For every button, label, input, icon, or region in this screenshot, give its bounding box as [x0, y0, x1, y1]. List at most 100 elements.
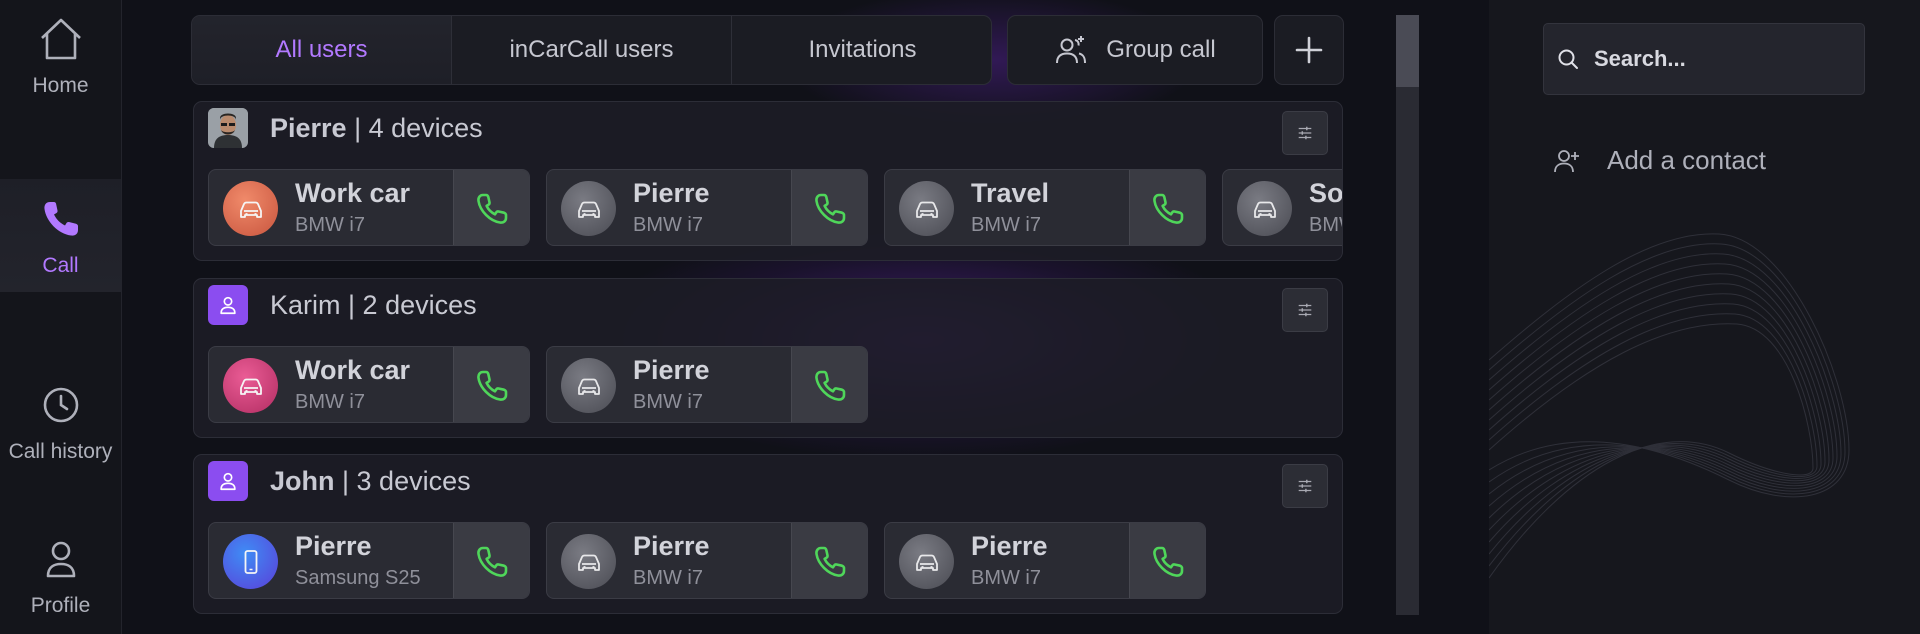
- group-call-button[interactable]: Group call: [1007, 15, 1263, 85]
- nav-label-profile: Profile: [30, 594, 91, 617]
- device-tile[interactable]: Pierre BMW i7: [546, 522, 868, 599]
- clock-icon: [43, 387, 78, 423]
- add-button[interactable]: [1274, 15, 1344, 85]
- sliders-icon: [1298, 126, 1312, 140]
- contact-name: Pierre: [270, 112, 347, 143]
- device-tile[interactable]: Work car BMW i7: [208, 346, 530, 423]
- device-model: BMW i7: [295, 214, 365, 236]
- device-name: Work car: [295, 355, 411, 385]
- nav-item-call[interactable]: Call: [0, 179, 121, 292]
- scrollbar-thumb[interactable]: [1396, 15, 1419, 87]
- add-contact-label: Add a contact: [1607, 145, 1766, 175]
- contact-name: Karim: [270, 289, 341, 320]
- phone-icon: [476, 193, 507, 224]
- contact-header: Pierre | 4 devices: [208, 108, 483, 148]
- nav-label-home: Home: [32, 74, 89, 97]
- phone-icon: [476, 546, 507, 577]
- tab-invitations[interactable]: Invitations: [732, 16, 991, 84]
- device-name: Travel: [971, 178, 1050, 208]
- car-icon: [561, 358, 616, 413]
- sidebar-nav: Home Call Call history Profile: [0, 0, 122, 634]
- call-button[interactable]: [453, 523, 529, 598]
- scrollbar[interactable]: [1396, 15, 1419, 615]
- device-model: BMW i7: [633, 214, 703, 236]
- phone-icon: [1152, 546, 1183, 577]
- nav-label-call-history: Call history: [8, 440, 113, 463]
- call-button[interactable]: [791, 347, 867, 422]
- decorative-wave-pattern: [1489, 233, 1850, 579]
- search-box[interactable]: [1543, 23, 1865, 95]
- car-icon: [899, 181, 954, 236]
- contact-name: John: [270, 465, 335, 496]
- device-model: BMW i7: [971, 567, 1041, 589]
- device-tile[interactable]: Pierre Samsung S25: [208, 522, 530, 599]
- car-icon: [899, 534, 954, 589]
- add-user-icon: [1554, 149, 1579, 172]
- device-model: BMW i7: [295, 391, 365, 413]
- device-tile[interactable]: Pierre BMW i7: [884, 522, 1206, 599]
- device-model: BMW i7: [633, 391, 703, 413]
- plus-icon: [1295, 36, 1323, 64]
- group-call-label: Group call: [1106, 36, 1216, 63]
- nav-item-profile[interactable]: Profile: [0, 518, 121, 634]
- device-tile[interactable]: Travel BMW i7: [884, 169, 1206, 246]
- phone-icon: [476, 370, 507, 401]
- user-icon: [46, 541, 75, 578]
- search-input[interactable]: [1594, 46, 1854, 72]
- call-button[interactable]: [453, 347, 529, 422]
- tab-all-users[interactable]: All users: [192, 16, 452, 84]
- contact-card-pierre: Pierre | 4 devices Work car BMW i7 Pierr…: [193, 101, 1343, 261]
- sliders-icon: [1298, 479, 1312, 493]
- contact-settings-button[interactable]: [1282, 288, 1328, 332]
- person-icon: [220, 296, 236, 315]
- device-tile[interactable]: Sor BMW: [1222, 169, 1343, 246]
- contact-header: John | 3 devices: [208, 461, 471, 501]
- phone-icon: [814, 546, 845, 577]
- main-content: All users inCarCall users Invitations Gr…: [122, 0, 1489, 634]
- add-group-icon: [1056, 36, 1087, 64]
- car-icon: [1237, 181, 1292, 236]
- device-tile[interactable]: Work car BMW i7: [208, 169, 530, 246]
- device-name: Pierre: [633, 355, 710, 385]
- call-button[interactable]: [791, 170, 867, 245]
- device-model: BMW: [1309, 214, 1342, 236]
- tab-incarcall-users[interactable]: inCarCall users: [452, 16, 732, 84]
- home-icon: [40, 18, 81, 60]
- phone-icon: [814, 370, 845, 401]
- person-icon: [220, 472, 236, 491]
- device-count: | 3 devices: [342, 465, 471, 496]
- car-icon: [223, 358, 278, 413]
- device-name: Sor: [1309, 178, 1343, 208]
- search-icon: [1558, 49, 1578, 69]
- device-name: Pierre: [633, 178, 710, 208]
- device-count: | 2 devices: [348, 289, 477, 320]
- device-model: BMW i7: [633, 567, 703, 589]
- device-tile[interactable]: Pierre BMW i7: [546, 169, 868, 246]
- call-button[interactable]: [1129, 523, 1205, 598]
- user-photo-icon: [208, 108, 248, 148]
- contact-card-john: John | 3 devices Pierre Samsung S25 Pier…: [193, 454, 1343, 614]
- contact-settings-button[interactable]: [1282, 464, 1328, 508]
- nav-item-home[interactable]: Home: [0, 0, 121, 112]
- car-icon: [561, 534, 616, 589]
- device-name: Pierre: [633, 531, 710, 561]
- add-contact-button[interactable]: Add a contact: [1553, 145, 1766, 176]
- call-button[interactable]: [791, 523, 867, 598]
- device-model: Samsung S25: [295, 567, 421, 589]
- nav-label-call: Call: [42, 253, 79, 277]
- device-tile[interactable]: Pierre BMW i7: [546, 346, 868, 423]
- avatar: [208, 108, 248, 148]
- smartphone-icon: [223, 534, 278, 589]
- contact-card-karim: Karim | 2 devices Work car BMW i7 Pierre…: [193, 278, 1343, 438]
- device-name: Pierre: [295, 531, 372, 561]
- contact-settings-button[interactable]: [1282, 111, 1328, 155]
- phone-icon: [1152, 193, 1183, 224]
- sliders-icon: [1298, 303, 1312, 317]
- contact-header: Karim | 2 devices: [208, 285, 477, 325]
- call-button[interactable]: [1129, 170, 1205, 245]
- user-filter-tabs: All users inCarCall users Invitations: [191, 15, 992, 85]
- call-button[interactable]: [453, 170, 529, 245]
- car-icon: [561, 181, 616, 236]
- nav-item-call-history[interactable]: Call history: [0, 352, 121, 492]
- avatar: [208, 285, 248, 325]
